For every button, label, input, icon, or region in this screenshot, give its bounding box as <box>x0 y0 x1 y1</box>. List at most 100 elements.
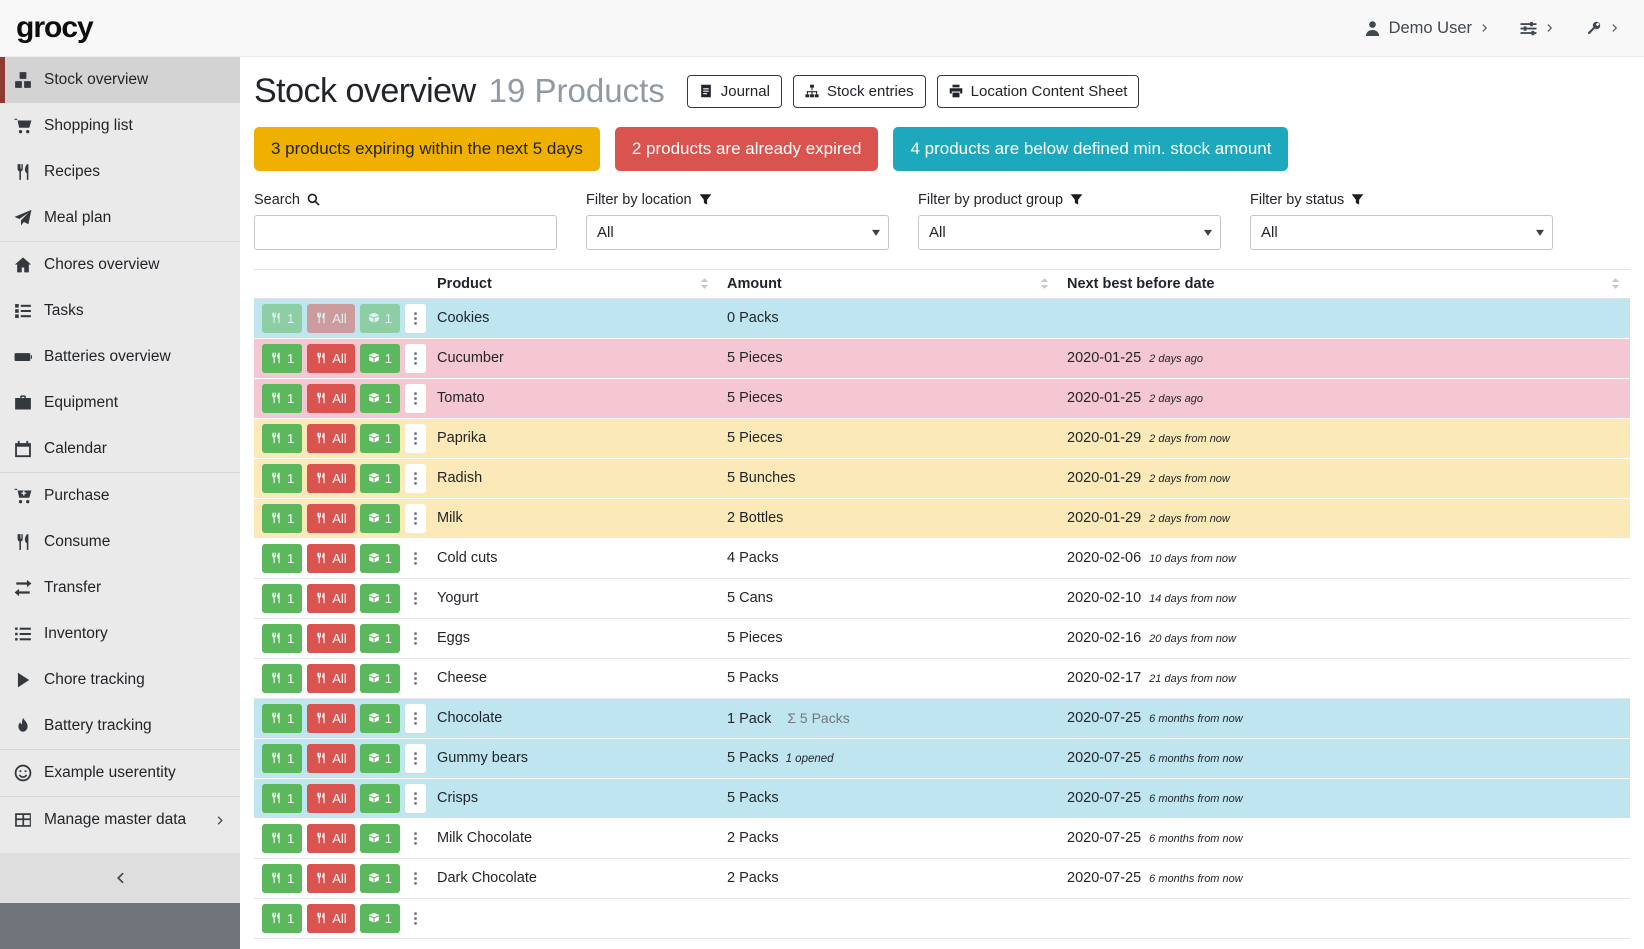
product-name[interactable]: Dark Chocolate <box>429 870 719 886</box>
product-name[interactable]: Crisps <box>429 790 719 806</box>
consume-one-button[interactable]: 1 <box>262 704 302 733</box>
consume-all-button[interactable]: All <box>307 864 354 893</box>
row-menu-button[interactable] <box>405 864 426 893</box>
consume-one-button[interactable]: 1 <box>262 504 302 533</box>
consume-all-button[interactable]: All <box>307 424 354 453</box>
col-amount[interactable]: Amount <box>719 276 1059 292</box>
stock-entries-button[interactable]: Stock entries <box>793 75 926 108</box>
sidebar-item-purchase[interactable]: Purchase <box>0 473 240 519</box>
sort-icon[interactable] <box>1609 277 1622 290</box>
sidebar-item-meal-plan[interactable]: Meal plan <box>0 195 240 241</box>
sidebar-item-equipment[interactable]: Equipment <box>0 380 240 426</box>
sidebar-item-chore-tracking[interactable]: Chore tracking <box>0 657 240 703</box>
sort-icon[interactable] <box>698 277 711 290</box>
alert-danger[interactable]: 2 products are already expired <box>615 127 879 171</box>
consume-all-button[interactable]: All <box>307 624 354 653</box>
sidebar-item-transfer[interactable]: Transfer <box>0 565 240 611</box>
consume-all-button[interactable]: All <box>307 464 354 493</box>
status-filter-select[interactable]: All <box>1250 215 1553 250</box>
search-input[interactable] <box>254 215 557 250</box>
sidebar-item-recipes[interactable]: Recipes <box>0 149 240 195</box>
consume-all-button[interactable]: All <box>307 544 354 573</box>
open-one-button[interactable]: 1 <box>360 664 400 693</box>
consume-all-button[interactable]: All <box>307 744 354 773</box>
product-name[interactable]: Tomato <box>429 390 719 406</box>
product-name[interactable]: Yogurt <box>429 590 719 606</box>
open-one-button[interactable]: 1 <box>360 384 400 413</box>
consume-one-button[interactable]: 1 <box>262 744 302 773</box>
consume-all-button[interactable]: All <box>307 304 354 333</box>
row-menu-button[interactable] <box>405 824 426 853</box>
col-product[interactable]: Product <box>429 276 719 292</box>
alert-info[interactable]: 4 products are below defined min. stock … <box>893 127 1288 171</box>
row-menu-button[interactable] <box>405 504 426 533</box>
row-menu-button[interactable] <box>405 344 426 373</box>
sidebar-item-consume[interactable]: Consume <box>0 519 240 565</box>
open-one-button[interactable]: 1 <box>360 344 400 373</box>
consume-one-button[interactable]: 1 <box>262 424 302 453</box>
product-name[interactable]: Cookies <box>429 310 719 326</box>
product-name[interactable]: Milk <box>429 510 719 526</box>
sidebar-item-tasks[interactable]: Tasks <box>0 288 240 334</box>
consume-all-button[interactable]: All <box>307 704 354 733</box>
row-menu-button[interactable] <box>405 624 426 653</box>
location-filter-select[interactable]: All <box>586 215 889 250</box>
consume-one-button[interactable]: 1 <box>262 664 302 693</box>
user-menu[interactable]: Demo User <box>1364 19 1490 38</box>
consume-one-button[interactable]: 1 <box>262 544 302 573</box>
sidebar-item-battery-tracking[interactable]: Battery tracking <box>0 703 240 749</box>
open-one-button[interactable]: 1 <box>360 704 400 733</box>
row-menu-button[interactable] <box>405 584 426 613</box>
product-group-filter-select[interactable]: All <box>918 215 1221 250</box>
row-menu-button[interactable] <box>405 704 426 733</box>
row-menu-button[interactable] <box>405 784 426 813</box>
consume-one-button[interactable]: 1 <box>262 584 302 613</box>
consume-one-button[interactable]: 1 <box>262 304 302 333</box>
consume-one-button[interactable]: 1 <box>262 784 302 813</box>
sidebar-item-example-userentity[interactable]: Example userentity <box>0 750 240 796</box>
open-one-button[interactable]: 1 <box>360 864 400 893</box>
row-menu-button[interactable] <box>405 464 426 493</box>
row-menu-button[interactable] <box>405 544 426 573</box>
product-name[interactable]: Eggs <box>429 630 719 646</box>
open-one-button[interactable]: 1 <box>360 504 400 533</box>
product-name[interactable]: Milk Chocolate <box>429 830 719 846</box>
sidebar-item-chores-overview[interactable]: Chores overview <box>0 242 240 288</box>
consume-one-button[interactable]: 1 <box>262 624 302 653</box>
consume-one-button[interactable]: 1 <box>262 384 302 413</box>
open-one-button[interactable]: 1 <box>360 584 400 613</box>
location-content-sheet-button[interactable]: Location Content Sheet <box>937 75 1140 108</box>
consume-all-button[interactable]: All <box>307 664 354 693</box>
consume-all-button[interactable]: All <box>307 344 354 373</box>
sidebar-collapse-button[interactable] <box>0 853 240 903</box>
sidebar-item-calendar[interactable]: Calendar <box>0 426 240 472</box>
row-menu-button[interactable] <box>405 664 426 693</box>
row-menu-button[interactable] <box>405 424 426 453</box>
alert-warning[interactable]: 3 products expiring within the next 5 da… <box>254 127 600 171</box>
consume-all-button[interactable]: All <box>307 904 354 933</box>
open-one-button[interactable]: 1 <box>360 784 400 813</box>
product-name[interactable]: Chocolate <box>429 710 719 726</box>
open-one-button[interactable]: 1 <box>360 424 400 453</box>
product-name[interactable]: Cucumber <box>429 350 719 366</box>
consume-all-button[interactable]: All <box>307 504 354 533</box>
consume-all-button[interactable]: All <box>307 584 354 613</box>
journal-button[interactable]: Journal <box>687 75 782 108</box>
row-menu-button[interactable] <box>405 384 426 413</box>
product-name[interactable]: Cheese <box>429 670 719 686</box>
sidebar-item-batteries-overview[interactable]: Batteries overview <box>0 334 240 380</box>
open-one-button[interactable]: 1 <box>360 744 400 773</box>
open-one-button[interactable]: 1 <box>360 464 400 493</box>
consume-one-button[interactable]: 1 <box>262 464 302 493</box>
open-one-button[interactable]: 1 <box>360 824 400 853</box>
consume-all-button[interactable]: All <box>307 384 354 413</box>
sidebar-item-inventory[interactable]: Inventory <box>0 611 240 657</box>
settings-menu[interactable] <box>1520 20 1555 37</box>
row-menu-button[interactable] <box>405 904 426 933</box>
open-one-button[interactable]: 1 <box>360 544 400 573</box>
consume-all-button[interactable]: All <box>307 784 354 813</box>
col-next-best-before-date[interactable]: Next best before date <box>1059 276 1630 292</box>
row-menu-button[interactable] <box>405 304 426 333</box>
consume-one-button[interactable]: 1 <box>262 904 302 933</box>
product-name[interactable]: Cold cuts <box>429 550 719 566</box>
